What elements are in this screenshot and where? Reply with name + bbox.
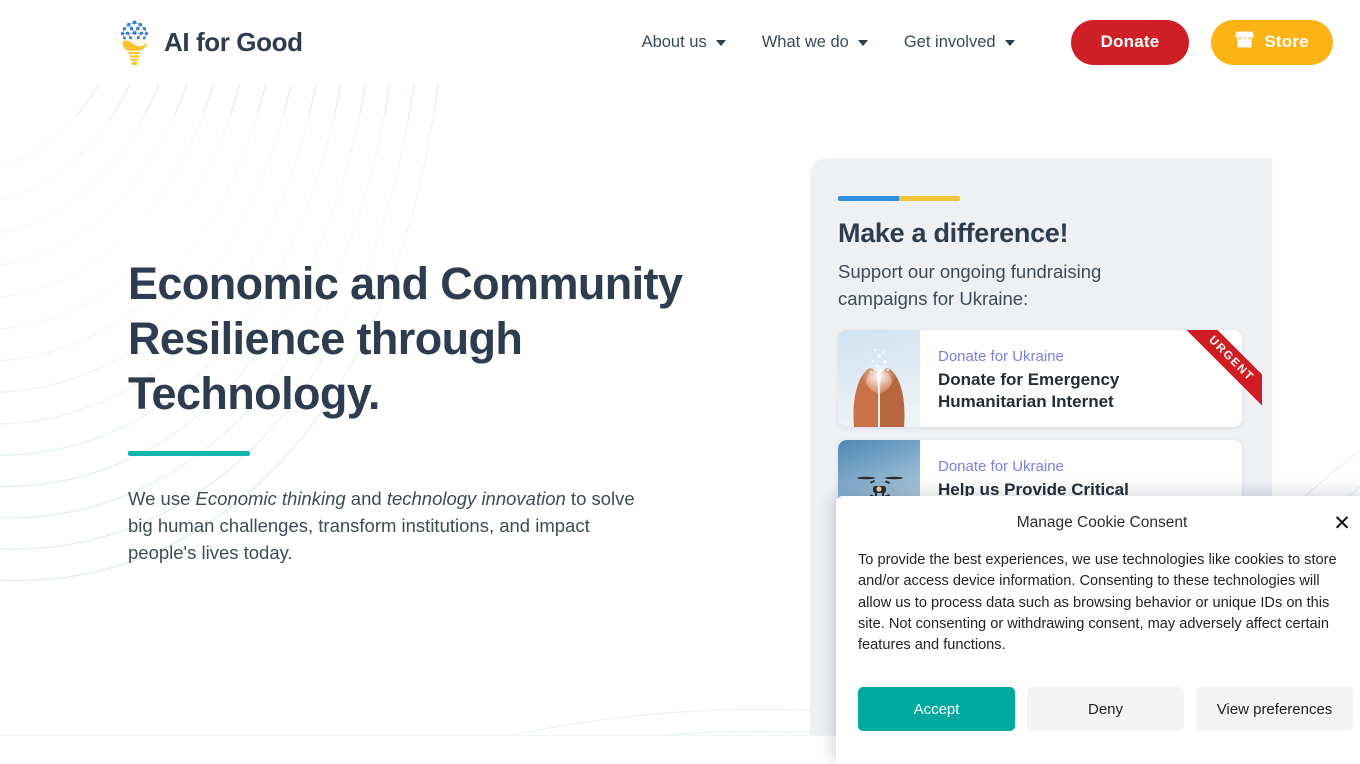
hero-desc-emphasis-1: Economic thinking — [195, 488, 346, 509]
storefront-icon — [1235, 31, 1255, 53]
store-button[interactable]: Store — [1211, 19, 1333, 65]
cookie-dialog-actions: Accept Deny View preferences — [836, 656, 1360, 732]
nav-item-what-we-do[interactable]: What we do — [744, 33, 886, 52]
nav-item-label: Get involved — [903, 32, 996, 51]
hero-desc-prefix: We use — [128, 488, 196, 509]
cupped-hands-water-photo — [838, 330, 920, 427]
nav-item-label: What we do — [761, 32, 849, 51]
brand-name: AI for Good — [164, 26, 303, 57]
deny-button[interactable]: Deny — [1027, 687, 1184, 732]
nav-item-label: About us — [641, 32, 707, 51]
panel-title: Make a difference! — [838, 218, 1069, 248]
header-actions: Donate Store — [1070, 19, 1333, 65]
chevron-down-icon — [715, 40, 726, 46]
store-button-label: Store — [1264, 32, 1309, 51]
accent-yellow — [899, 196, 960, 201]
campaign-title: Donate for Emergency Humanitarian Intern… — [938, 370, 1120, 411]
campaign-card-emergency-internet[interactable]: Donate for Ukraine Donate for Emergency … — [838, 330, 1262, 427]
cookie-dialog-body: To provide the best experiences, we use … — [858, 552, 1337, 654]
cookie-consent-dialog: Manage Cookie Consent ✕ To provide the b… — [836, 496, 1360, 764]
view-preferences-button[interactable]: View preferences — [1196, 687, 1353, 732]
lightbulb-network-icon — [117, 19, 153, 67]
cookie-dialog-header: Manage Cookie Consent ✕ — [836, 496, 1360, 550]
page-title: Economic and Community Resilience throug… — [128, 258, 683, 419]
main-navigation: About us What we do Get involved — [624, 33, 1033, 52]
brand-logo-link[interactable]: AI for Good — [117, 19, 303, 67]
close-icon[interactable]: ✕ — [1329, 510, 1355, 536]
cookie-dialog-title: Manage Cookie Consent — [1016, 514, 1188, 531]
hero-description: We use Economic thinking and technology … — [128, 485, 663, 566]
campaign-text: Donate for Ukraine Donate for Emergency … — [920, 330, 1242, 427]
campaign-kicker: Donate for Ukraine — [938, 458, 1064, 475]
site-header: AI for Good About us What we do Get invo… — [0, 0, 1360, 84]
accept-button[interactable]: Accept — [858, 687, 1015, 732]
hero-desc-mid: and — [345, 488, 387, 509]
accent-blue — [838, 196, 899, 201]
panel-accent-rule — [838, 196, 960, 201]
nav-item-get-involved[interactable]: Get involved — [886, 33, 1033, 52]
page-root: AI for Good About us What we do Get invo… — [0, 0, 1360, 764]
nav-item-about-us[interactable]: About us — [624, 33, 744, 52]
chevron-down-icon — [1004, 40, 1015, 46]
chevron-down-icon — [857, 40, 868, 46]
panel-subtitle: Support our ongoing fundraising campaign… — [838, 261, 1102, 309]
hero-desc-emphasis-2: technology innovation — [386, 488, 566, 509]
donate-button[interactable]: Donate — [1070, 19, 1190, 65]
title-underline — [128, 451, 250, 456]
campaign-kicker: Donate for Ukraine — [938, 348, 1064, 365]
